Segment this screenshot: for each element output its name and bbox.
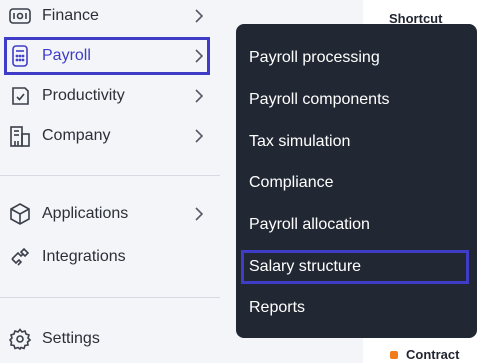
sidebar-item-label: Integrations	[42, 248, 126, 265]
sidebar-item-finance[interactable]: Finance	[4, 0, 210, 34]
chevron-right-icon	[190, 127, 208, 145]
submenu-item-salary-structure[interactable]: Salary structure	[249, 256, 361, 278]
sidebar-item-integrations[interactable]: Integrations	[4, 239, 210, 275]
productivity-icon	[8, 84, 32, 108]
status-dot	[390, 350, 398, 359]
sidebar-item-company[interactable]: Company	[4, 118, 210, 154]
submenu-item-payroll-allocation[interactable]: Payroll allocation	[249, 214, 370, 236]
sidebar-item-label: Applications	[42, 205, 129, 222]
chevron-right-icon	[190, 7, 208, 25]
submenu-item-reports[interactable]: Reports	[249, 297, 305, 319]
sidebar-item-label: Company	[42, 127, 111, 144]
submenu-item-payroll-processing[interactable]: Payroll processing	[249, 47, 380, 69]
finance-icon	[8, 4, 32, 28]
payroll-icon	[8, 44, 32, 68]
company-icon	[8, 124, 32, 148]
chevron-right-icon	[190, 47, 208, 65]
payroll-submenu: Payroll processing Payroll components Ta…	[236, 24, 477, 338]
sidebar-item-applications[interactable]: Applications	[4, 196, 210, 232]
submenu-item-compliance[interactable]: Compliance	[249, 172, 333, 194]
sidebar-item-label: Payroll	[42, 47, 91, 64]
sidebar-item-label: Finance	[42, 7, 99, 24]
integrations-icon	[8, 245, 32, 269]
submenu-item-payroll-components[interactable]: Payroll components	[249, 89, 390, 111]
divider	[0, 175, 220, 176]
chevron-right-icon	[190, 205, 208, 223]
sidebar-item-payroll[interactable]: Payroll	[4, 37, 210, 75]
sidebar-item-settings[interactable]: Settings	[4, 321, 210, 357]
shortcut-item-contract[interactable]: Contract	[390, 347, 459, 362]
sidebar-item-label: Productivity	[42, 87, 125, 104]
gear-icon	[8, 327, 32, 351]
sidebar: Finance Payroll Productivity Company App…	[0, 0, 236, 363]
submenu-item-tax-simulation[interactable]: Tax simulation	[249, 131, 350, 153]
sidebar-item-label: Settings	[42, 330, 100, 347]
divider	[0, 297, 220, 298]
applications-icon	[8, 202, 32, 226]
chevron-right-icon	[190, 87, 208, 105]
sidebar-item-productivity[interactable]: Productivity	[4, 78, 210, 114]
shortcut-item-label: Contract	[406, 347, 460, 362]
